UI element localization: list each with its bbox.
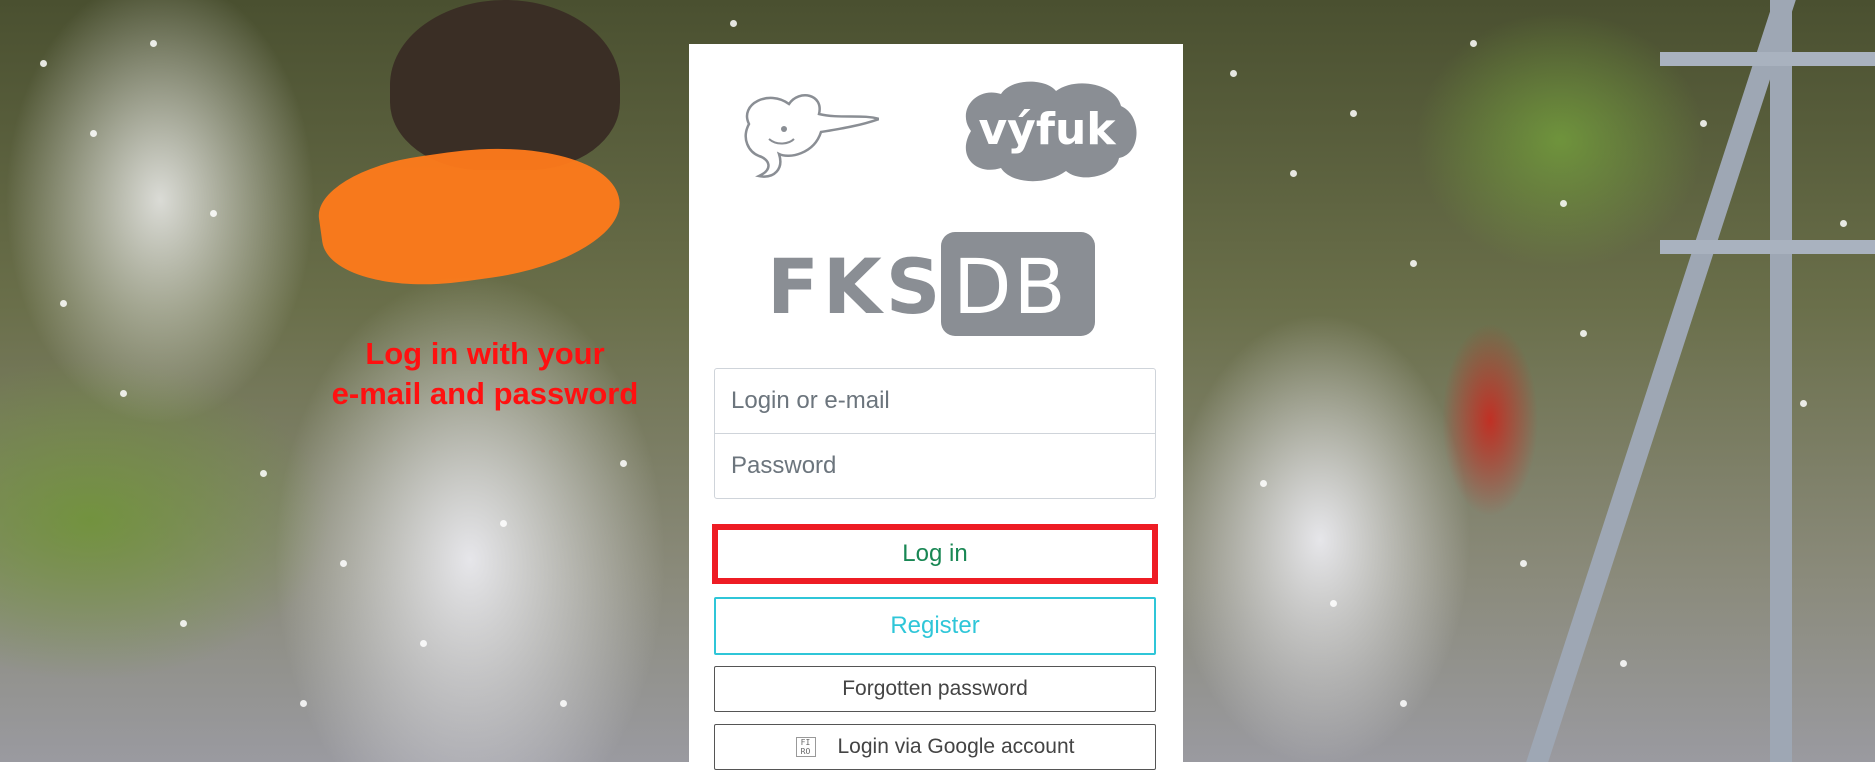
vyfuk-logo-text: výfuk	[978, 104, 1117, 155]
google-icon: FI RO	[795, 737, 816, 757]
person-hair	[390, 0, 620, 170]
login-button-highlight	[712, 524, 1158, 584]
fksdb-logo-fks: FKS	[767, 242, 945, 331]
vyfuk-logo: výfuk	[965, 81, 1137, 182]
fksdb-logo-db: DB	[953, 242, 1068, 331]
stair-rail	[1526, 0, 1796, 762]
password-input[interactable]	[714, 433, 1156, 499]
register-button-label: Register	[890, 612, 980, 639]
google-login-button[interactable]: FI RO Login via Google account	[714, 724, 1156, 770]
annotation-line-2: e-mail and password	[331, 376, 639, 411]
fksdb-logo: FKS DB	[767, 232, 1107, 342]
google-login-label: Login via Google account	[837, 735, 1075, 758]
stair-rail	[1770, 0, 1792, 762]
login-email-input[interactable]	[714, 368, 1156, 434]
login-panel: výfuk FKS DB Log in Register Forgotten p…	[689, 44, 1183, 770]
forgotten-password-label: Forgotten password	[842, 677, 1028, 700]
annotation-line-1: Log in with your	[365, 336, 605, 371]
stair-rung	[1660, 240, 1875, 254]
fks-squid-logo-icon	[744, 94, 879, 178]
stair-rung	[1660, 52, 1875, 66]
forgotten-password-button[interactable]: Forgotten password	[714, 666, 1156, 712]
register-button[interactable]: Register	[714, 597, 1156, 655]
instruction-annotation: Log in with your e-mail and password	[290, 334, 680, 414]
